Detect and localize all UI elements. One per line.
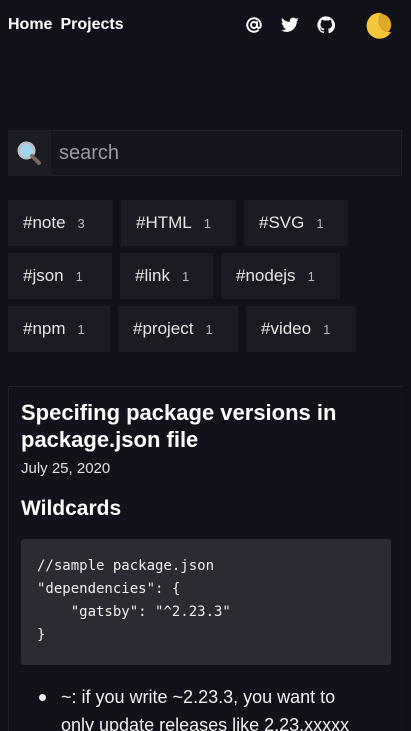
github-icon[interactable] — [316, 15, 336, 35]
tag-label: #note — [23, 213, 66, 232]
main-nav: Home Projects — [8, 16, 124, 34]
code-block: //sample package.json "dependencies": { … — [21, 539, 391, 665]
section-heading: Wildcards — [21, 497, 122, 520]
tag-row: #json 1 #link 1 #nodejs 1 — [8, 253, 408, 299]
article-card: Specifing package versions in package.js… — [8, 386, 403, 731]
tag-count: 1 — [77, 321, 85, 337]
at-icon[interactable] — [244, 15, 264, 35]
tag-link[interactable]: #link 1 — [120, 253, 213, 299]
tag-label: #npm — [23, 319, 66, 338]
crescent-moon-icon[interactable] — [362, 10, 394, 42]
search-input[interactable] — [50, 130, 402, 176]
twitter-icon[interactable] — [280, 15, 300, 35]
nav-home-link[interactable]: Home — [8, 16, 52, 34]
tag-label: #nodejs — [236, 266, 296, 285]
tag-count: 1 — [316, 215, 324, 231]
tag-svg[interactable]: #SVG 1 — [244, 200, 348, 246]
tag-count: 3 — [77, 215, 85, 231]
tag-label: #video — [261, 319, 312, 338]
tag-label: #SVG — [259, 213, 305, 232]
tag-project[interactable]: #project 1 — [118, 306, 238, 352]
tag-note[interactable]: #note 3 — [8, 200, 113, 246]
tag-json[interactable]: #json 1 — [8, 253, 112, 299]
tag-nodejs[interactable]: #nodejs 1 — [221, 253, 340, 299]
tag-video[interactable]: #video 1 — [246, 306, 356, 352]
tag-label: #link — [135, 266, 170, 285]
tag-label: #project — [133, 319, 194, 338]
tag-count: 1 — [75, 268, 83, 284]
page: Home Projects search #note 3 #HTML 1 #SV… — [0, 0, 411, 731]
magnifier-icon — [8, 130, 50, 176]
tag-count: 1 — [203, 215, 211, 231]
article-date: July 25, 2020 — [21, 460, 111, 477]
tag-count: 1 — [307, 268, 315, 284]
nav-projects-link[interactable]: Projects — [60, 16, 123, 34]
bullet-dot — [39, 694, 46, 701]
tag-row: #npm 1 #project 1 #video 1 — [8, 306, 408, 352]
tag-list: #note 3 #HTML 1 #SVG 1 #json 1 #link 1 # — [8, 200, 408, 359]
tag-npm[interactable]: #npm 1 — [8, 306, 110, 352]
tag-count: 1 — [181, 268, 190, 284]
tag-count: 1 — [205, 321, 213, 337]
tag-html[interactable]: #HTML 1 — [121, 200, 236, 246]
bullet-line: ~: if you write ~2.23.3, you want to — [61, 687, 336, 707]
article-title[interactable]: Specifing package versions in package.js… — [21, 399, 391, 453]
site-header: Home Projects — [0, 0, 411, 54]
tag-label: #json — [23, 266, 64, 285]
tag-count: 1 — [323, 321, 331, 337]
social-links — [244, 15, 336, 35]
bullet-list: ~: if you write ~2.23.3, you want to onl… — [21, 683, 391, 731]
bullet-line: only update releases like 2.23.xxxxx — [61, 715, 350, 731]
tag-row: #note 3 #HTML 1 #SVG 1 — [8, 200, 408, 246]
search-bar — [8, 130, 402, 176]
tag-label: #HTML — [136, 213, 192, 232]
